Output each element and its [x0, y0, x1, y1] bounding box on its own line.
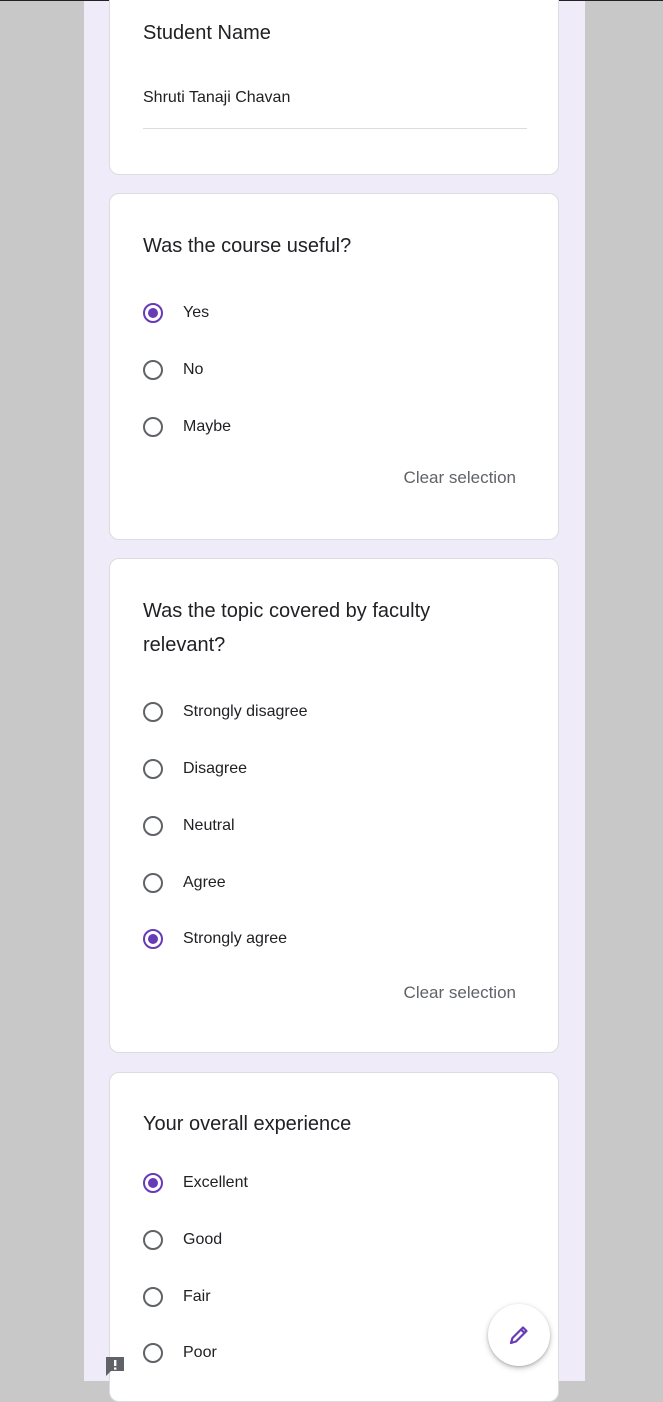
option-label: Maybe — [183, 418, 232, 435]
radio-unchecked-icon[interactable] — [143, 360, 163, 380]
option-poor[interactable]: Poor — [143, 1339, 217, 1367]
option-label: Strongly agree — [183, 930, 288, 947]
option-label: Agree — [183, 874, 226, 891]
option-label: Strongly disagree — [183, 703, 308, 720]
student-name-field[interactable]: Shruti Tanaji Chavan — [143, 89, 290, 107]
radio-unchecked-icon[interactable] — [143, 1230, 163, 1250]
radio-unchecked-icon[interactable] — [143, 816, 163, 836]
overall-experience-card: Your overall experience Excellent Good F… — [109, 1072, 559, 1402]
option-label: Neutral — [183, 817, 235, 834]
option-label: Disagree — [183, 760, 248, 777]
radio-unchecked-icon[interactable] — [143, 417, 163, 437]
radio-checked-icon[interactable] — [143, 1173, 163, 1193]
radio-unchecked-icon[interactable] — [143, 1287, 163, 1307]
report-icon[interactable] — [104, 1355, 126, 1377]
student-name-label: Student Name — [143, 22, 271, 44]
radio-checked-icon[interactable] — [143, 303, 163, 323]
radio-unchecked-icon[interactable] — [143, 1343, 163, 1363]
option-label: Yes — [183, 304, 210, 321]
radio-checked-icon[interactable] — [143, 929, 163, 949]
topic-relevant-card: Was the topic covered by faculty relevan… — [109, 558, 559, 1053]
clear-selection-button[interactable]: Clear selection — [404, 983, 516, 1003]
option-agree[interactable]: Agree — [143, 869, 226, 897]
option-good[interactable]: Good — [143, 1226, 222, 1254]
option-fair[interactable]: Fair — [143, 1283, 211, 1311]
option-label: Excellent — [183, 1174, 248, 1191]
student-name-card: Student Name Shruti Tanaji Chavan — [109, 0, 559, 175]
option-strongly-agree[interactable]: Strongly agree — [143, 925, 287, 953]
student-name-underline — [143, 128, 527, 129]
option-label: Fair — [183, 1288, 211, 1305]
option-disagree[interactable]: Disagree — [143, 755, 247, 783]
edit-button[interactable] — [488, 1304, 550, 1366]
course-useful-card: Was the course useful? Yes No Maybe Clea… — [109, 193, 559, 540]
option-label: Poor — [183, 1344, 217, 1361]
option-label: No — [183, 361, 204, 378]
option-yes[interactable]: Yes — [143, 299, 209, 327]
question-title: Was the course useful? — [143, 235, 352, 257]
option-excellent[interactable]: Excellent — [143, 1169, 248, 1197]
radio-unchecked-icon[interactable] — [143, 759, 163, 779]
radio-unchecked-icon[interactable] — [143, 873, 163, 893]
option-neutral[interactable]: Neutral — [143, 812, 235, 840]
option-maybe[interactable]: Maybe — [143, 413, 231, 441]
option-no[interactable]: No — [143, 356, 203, 384]
option-label: Good — [183, 1231, 223, 1248]
clear-selection-button[interactable]: Clear selection — [404, 468, 516, 488]
pencil-icon — [509, 1326, 528, 1345]
radio-unchecked-icon[interactable] — [143, 702, 163, 722]
option-strongly-disagree[interactable]: Strongly disagree — [143, 698, 308, 726]
question-title-line1: Was the topic covered by faculty — [143, 600, 431, 622]
question-title: Your overall experience — [143, 1113, 352, 1135]
question-title-line2: relevant? — [143, 634, 226, 656]
